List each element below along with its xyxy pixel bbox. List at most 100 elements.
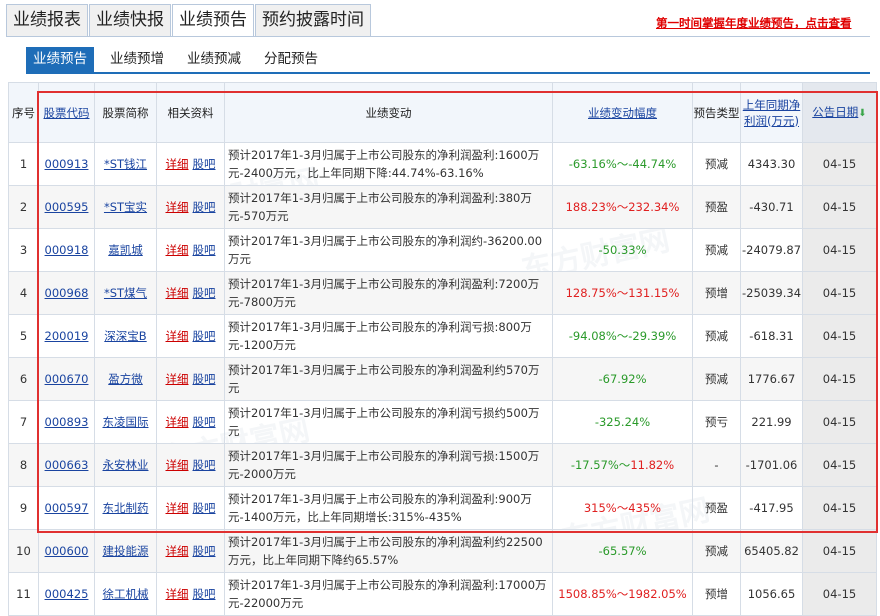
stock-bar-link[interactable]: 股吧 <box>193 329 216 343</box>
header-profit[interactable]: 上年同期净利润(万元) <box>740 82 803 143</box>
stock-code-link[interactable]: 000600 <box>45 544 89 558</box>
row-change: 预计2017年1-3月归属于上市公司股东的净利润盈利:900万元-1400万元，… <box>224 486 553 530</box>
stock-code-link[interactable]: 000913 <box>45 157 89 171</box>
row-name[interactable]: *ST煤气 <box>94 271 157 315</box>
row-name[interactable]: *ST宝实 <box>94 185 157 229</box>
stock-bar-link[interactable]: 股吧 <box>193 587 216 601</box>
sort-code-link[interactable]: 股票代码 <box>44 106 90 120</box>
row-name[interactable]: 深深宝B <box>94 314 157 358</box>
stock-bar-link[interactable]: 股吧 <box>193 372 216 386</box>
stock-bar-link[interactable]: 股吧 <box>193 415 216 429</box>
stock-name-link[interactable]: 嘉凯城 <box>108 243 143 257</box>
row-name[interactable]: 建投能源 <box>94 529 157 573</box>
detail-link[interactable]: 详细 <box>166 372 189 386</box>
detail-link[interactable]: 详细 <box>166 501 189 515</box>
row-name[interactable]: 永安林业 <box>94 443 157 487</box>
detail-link[interactable]: 详细 <box>166 243 189 257</box>
sort-profit-link[interactable]: 上年同期净利润(万元) <box>743 98 801 128</box>
header-date[interactable]: 公告日期⬇ <box>802 82 877 143</box>
row-index: 7 <box>8 400 39 444</box>
tab-performance-report[interactable]: 业绩报表 <box>6 4 88 37</box>
header-resources: 相关资料 <box>156 82 225 143</box>
stock-code-link[interactable]: 000893 <box>45 415 89 429</box>
range-value: -67.92% <box>598 372 647 386</box>
row-code[interactable]: 000918 <box>38 228 95 272</box>
stock-name-link[interactable]: *ST宝实 <box>104 200 147 214</box>
tab-disclosure-schedule[interactable]: 预约披露时间 <box>255 4 371 37</box>
row-name[interactable]: 徐工机械 <box>94 572 157 616</box>
row-range: -63.16%～-44.74% <box>552 142 693 186</box>
row-code[interactable]: 000595 <box>38 185 95 229</box>
detail-link[interactable]: 详细 <box>166 587 189 601</box>
detail-link[interactable]: 详细 <box>166 286 189 300</box>
stock-bar-link[interactable]: 股吧 <box>193 501 216 515</box>
stock-code-link[interactable]: 000595 <box>45 200 89 214</box>
row-name[interactable]: *ST钱江 <box>94 142 157 186</box>
stock-code-link[interactable]: 000597 <box>45 501 89 515</box>
stock-name-link[interactable]: 深深宝B <box>104 329 146 343</box>
row-profit: -618.31 <box>740 314 803 358</box>
row-resources: 详细 股吧 <box>156 185 225 229</box>
subtabs-divider <box>26 72 870 74</box>
table-row: 7 000893 东凌国际 详细 股吧 预计2017年1-3月归属于上市公司股东的净利润亏… <box>8 400 877 444</box>
row-type: 预减 <box>692 314 741 358</box>
detail-link[interactable]: 详细 <box>166 458 189 472</box>
stock-name-link[interactable]: 永安林业 <box>103 458 149 472</box>
subtab-dividend[interactable]: 分配预告 <box>257 47 325 72</box>
stock-name-link[interactable]: 盈方微 <box>108 372 143 386</box>
row-code[interactable]: 000893 <box>38 400 95 444</box>
detail-link[interactable]: 详细 <box>166 415 189 429</box>
stock-bar-link[interactable]: 股吧 <box>193 544 216 558</box>
table-row: 4 000968 *ST煤气 详细 股吧 预计2017年1-3月归属于上市公司股东的净利润… <box>8 271 877 315</box>
detail-link[interactable]: 详细 <box>166 200 189 214</box>
stock-bar-link[interactable]: 股吧 <box>193 243 216 257</box>
stock-bar-link[interactable]: 股吧 <box>193 458 216 472</box>
stock-code-link[interactable]: 000968 <box>45 286 89 300</box>
stock-bar-link[interactable]: 股吧 <box>193 286 216 300</box>
row-type: - <box>692 443 741 487</box>
stock-name-link[interactable]: 徐工机械 <box>103 587 149 601</box>
header-type: 预告类型 <box>692 82 741 143</box>
row-code[interactable]: 000597 <box>38 486 95 530</box>
stock-code-link[interactable]: 000918 <box>45 243 89 257</box>
stock-name-link[interactable]: *ST钱江 <box>104 157 147 171</box>
detail-link[interactable]: 详细 <box>166 544 189 558</box>
row-code[interactable]: 000663 <box>38 443 95 487</box>
row-name[interactable]: 盈方微 <box>94 357 157 401</box>
stock-name-link[interactable]: 东凌国际 <box>103 415 149 429</box>
row-type: 预减 <box>692 142 741 186</box>
stock-code-link[interactable]: 000663 <box>45 458 89 472</box>
stock-name-link[interactable]: 东北制药 <box>103 501 149 515</box>
row-code[interactable]: 200019 <box>38 314 95 358</box>
subtab-increase[interactable]: 业绩预增 <box>103 47 171 72</box>
stock-bar-link[interactable]: 股吧 <box>193 200 216 214</box>
header-code[interactable]: 股票代码 <box>38 82 95 143</box>
row-name[interactable]: 东凌国际 <box>94 400 157 444</box>
row-code[interactable]: 000600 <box>38 529 95 573</box>
row-code[interactable]: 000670 <box>38 357 95 401</box>
sort-date-link[interactable]: 公告日期 <box>812 105 858 119</box>
stock-code-link[interactable]: 000670 <box>45 372 89 386</box>
promo-link[interactable]: 第一时间掌握年度业绩预告，点击查看 <box>656 15 852 31</box>
row-date: 04-15 <box>802 228 877 272</box>
sort-range-link[interactable]: 业绩变动幅度 <box>588 106 657 120</box>
tab-performance-forecast[interactable]: 业绩预告 <box>172 4 254 37</box>
subtab-forecast[interactable]: 业绩预告 <box>26 47 94 72</box>
row-code[interactable]: 000913 <box>38 142 95 186</box>
stock-name-link[interactable]: *ST煤气 <box>104 286 147 300</box>
detail-link[interactable]: 详细 <box>166 329 189 343</box>
stock-code-link[interactable]: 000425 <box>45 587 89 601</box>
detail-link[interactable]: 详细 <box>166 157 189 171</box>
subtab-decrease[interactable]: 业绩预减 <box>180 47 248 72</box>
row-name[interactable]: 东北制药 <box>94 486 157 530</box>
row-code[interactable]: 000425 <box>38 572 95 616</box>
stock-code-link[interactable]: 200019 <box>45 329 89 343</box>
table-row: 9 000597 东北制药 详细 股吧 预计2017年1-3月归属于上市公司股东的净利润盈… <box>8 486 877 530</box>
row-code[interactable]: 000968 <box>38 271 95 315</box>
tab-performance-express[interactable]: 业绩快报 <box>89 4 171 37</box>
header-range[interactable]: 业绩变动幅度 <box>552 82 693 143</box>
stock-name-link[interactable]: 建投能源 <box>103 544 149 558</box>
row-name[interactable]: 嘉凯城 <box>94 228 157 272</box>
row-index: 10 <box>8 529 39 573</box>
stock-bar-link[interactable]: 股吧 <box>193 157 216 171</box>
